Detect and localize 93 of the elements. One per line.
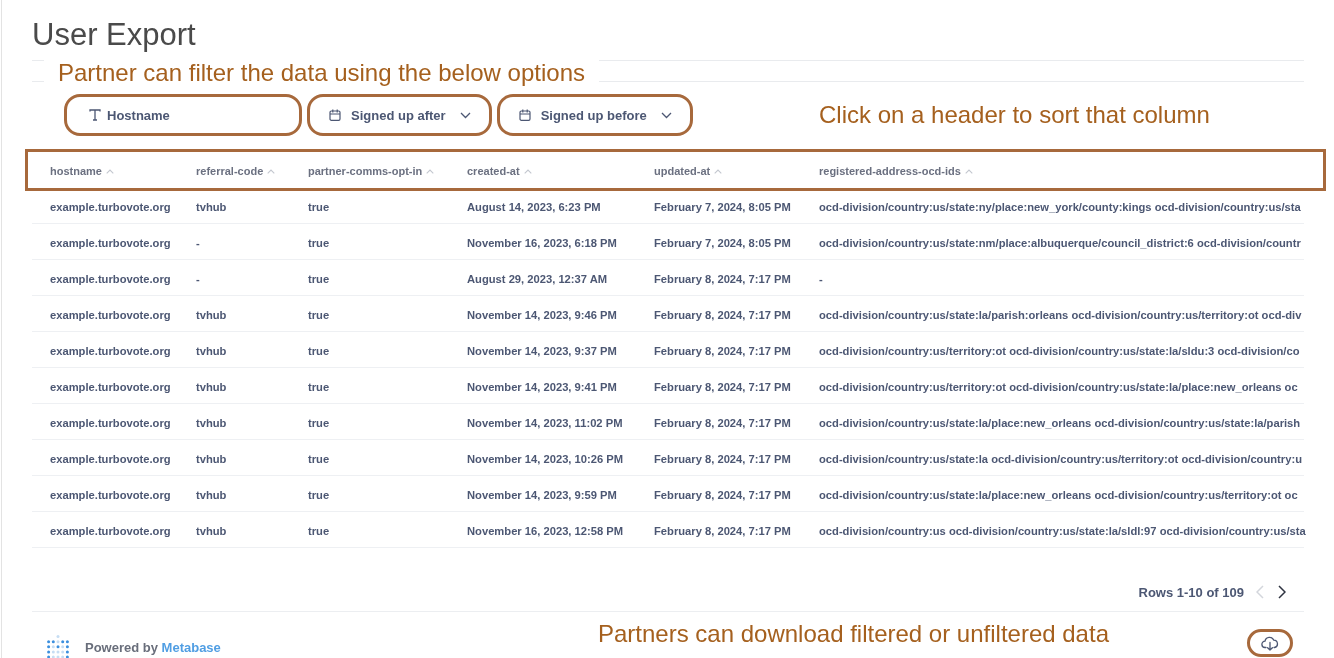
text-type-icon (89, 109, 101, 121)
table-cell: ocd-division/country:us/state:la/parish:orleans ocd-division/country:us/territory:ot ocd-div (819, 308, 1302, 321)
table-cell: true (308, 236, 330, 249)
table-cell: February 8, 2024, 7:17 PM (654, 452, 791, 465)
table-cell: example.turbovote.org (50, 452, 171, 465)
sort-icon (523, 168, 532, 174)
annotation-text: Click on a header to sort that column (819, 102, 1210, 128)
table-cell: example.turbovote.org (50, 524, 171, 537)
calendar-icon (329, 109, 341, 121)
table-cell: February 7, 2024, 8:05 PM (654, 236, 791, 249)
table-cell: ocd-division/country:us/state:nm/place:albuquerque/council_district:6 ocd-division/countr (819, 236, 1301, 249)
date-filter-dropdown[interactable]: Signed up after (307, 94, 492, 136)
table-cell: - (196, 272, 200, 285)
table-cell: true (308, 272, 330, 285)
table-cell: true (308, 524, 330, 537)
column-header[interactable]: partner-comms-opt-in (308, 165, 435, 177)
table-cell: November 14, 2023, 9:37 PM (467, 344, 617, 357)
table-cell: example.turbovote.org (50, 416, 171, 429)
table-cell: February 8, 2024, 7:17 PM (654, 308, 791, 321)
table-cell: tvhub (196, 380, 227, 393)
table-cell: true (308, 416, 330, 429)
table-cell: February 8, 2024, 7:17 PM (654, 416, 791, 429)
table-cell: ocd-division/country:us/state:ny/place:new_york/county:kings ocd-division/country:us/sta (819, 200, 1301, 213)
chevron-left-icon (1256, 585, 1264, 599)
table-cell: August 29, 2023, 12:37 AM (467, 272, 608, 285)
table-cell: February 8, 2024, 7:17 PM (654, 524, 791, 537)
table-cell: - (819, 272, 823, 285)
sort-icon (714, 168, 723, 174)
calendar-icon (518, 109, 531, 121)
sort-icon (964, 168, 973, 174)
logo-icon (47, 635, 69, 658)
page-title: User Export (32, 18, 197, 52)
table-cell: November 16, 2023, 6:18 PM (467, 236, 617, 249)
table-cell: ocd-division/country:us/territory:ot ocd-division/country:us/state:la/sldu:3 ocd-division/co (819, 344, 1300, 357)
column-header[interactable]: referral-code (196, 165, 276, 177)
chevron-down-icon (660, 111, 672, 119)
table-cell: true (308, 200, 330, 213)
table-cell: example.turbovote.org (50, 308, 171, 321)
column-header[interactable]: updated-at (654, 165, 723, 177)
sort-icon (105, 168, 114, 174)
table-cell: example.turbovote.org (50, 200, 171, 213)
table-cell: November 14, 2023, 10:26 PM (467, 452, 624, 465)
table-cell: example.turbovote.org (50, 488, 171, 501)
table-cell: tvhub (196, 488, 227, 501)
pagination-text: Rows 1-10 of 109 (1138, 584, 1244, 600)
table-cell: tvhub (196, 452, 227, 465)
table-cell: February 8, 2024, 7:17 PM (654, 380, 791, 393)
table-cell: true (308, 344, 330, 357)
table-cell: example.turbovote.org (50, 344, 171, 357)
table-cell: February 8, 2024, 7:17 PM (654, 344, 791, 357)
table-cell: true (308, 452, 330, 465)
brand-link[interactable]: Metabase (161, 639, 221, 655)
table-cell: example.turbovote.org (50, 236, 171, 249)
table-cell: true (308, 380, 330, 393)
sort-icon (426, 168, 435, 174)
table-cell: ocd-division/country:us/state:la/place:new_orleans ocd-division/country:us/territory:ot oc (819, 488, 1298, 501)
table-cell: ocd-division/country:us/state:la ocd-division/country:us/territory:ot ocd-division/country:u (819, 452, 1302, 465)
annotation-text: Partner can filter the data using the below options (58, 60, 585, 86)
annotation-text: Partners can download filtered or unfiltered data (598, 621, 1109, 647)
table-cell: true (308, 488, 330, 501)
table-cell: tvhub (196, 200, 227, 213)
column-header[interactable]: registered-address-ocd-ids (819, 165, 973, 177)
text-filter-field[interactable]: Hostname (64, 94, 302, 136)
table-cell: August 14, 2023, 6:23 PM (467, 200, 601, 213)
date-filter-dropdown[interactable]: Signed up before (496, 94, 693, 136)
chevron-down-icon (459, 111, 471, 119)
table-cell: ocd-division/country:us ocd-division/country:us/state:la/sldl:97 ocd-division/country:us/sta (819, 524, 1306, 537)
cloud-download-icon (1261, 635, 1279, 651)
table-cell: true (308, 308, 330, 321)
table-cell: November 14, 2023, 9:59 PM (467, 488, 617, 501)
chevron-right-icon (1278, 585, 1286, 599)
download-button[interactable] (1247, 629, 1293, 657)
table-cell: ocd-division/country:us/territory:ot ocd-division/country:us/state:la/place:new_orleans oc (819, 380, 1298, 393)
table-cell: tvhub (196, 524, 227, 537)
table-cell: ocd-division/country:us/state:la/place:new_orleans ocd-division/country:us/state:la/parish (819, 416, 1301, 429)
table-cell: tvhub (196, 344, 227, 357)
table-cell: example.turbovote.org (50, 272, 171, 285)
powered-by-text: Powered by Metabase (85, 639, 221, 655)
table-cell: February 8, 2024, 7:17 PM (654, 272, 791, 285)
column-header[interactable]: created-at (467, 165, 532, 177)
table-cell: February 7, 2024, 8:05 PM (654, 200, 791, 213)
table-cell: February 8, 2024, 7:17 PM (654, 488, 791, 501)
column-header[interactable]: hostname (50, 165, 114, 177)
table-cell: example.turbovote.org (50, 380, 171, 393)
table-cell: - (196, 236, 200, 249)
next-page-button[interactable] (1278, 585, 1286, 599)
table-cell: tvhub (196, 308, 227, 321)
table-cell: November 16, 2023, 12:58 PM (467, 524, 624, 537)
sort-icon (267, 168, 276, 174)
table-cell: tvhub (196, 416, 227, 429)
table-cell: November 14, 2023, 11:02 PM (467, 416, 623, 429)
table-cell: November 14, 2023, 9:41 PM (467, 380, 617, 393)
table-cell: November 14, 2023, 9:46 PM (467, 308, 617, 321)
